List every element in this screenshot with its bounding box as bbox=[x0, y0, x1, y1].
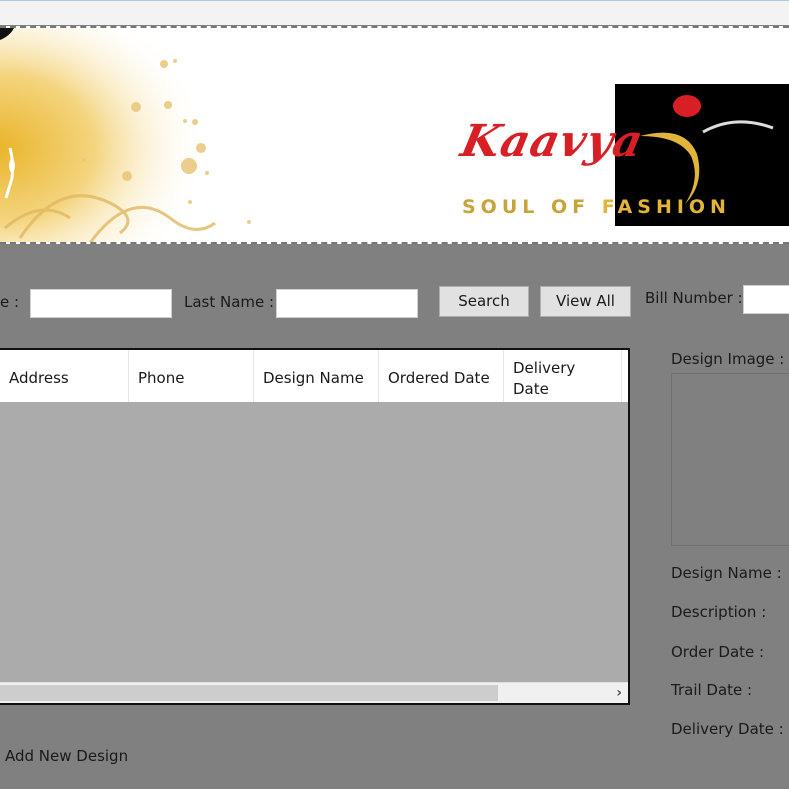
column-header-delivery-date[interactable]: Delivery Date bbox=[504, 350, 622, 402]
brand-logo-text: Kaavya bbox=[456, 116, 649, 167]
column-header-address[interactable]: Address bbox=[0, 350, 129, 402]
scroll-right-arrow-icon[interactable]: › bbox=[616, 683, 622, 703]
decorative-swirl-graphic bbox=[0, 28, 280, 242]
last-name-input[interactable] bbox=[276, 289, 418, 318]
column-header-ordered-date[interactable]: Ordered Date bbox=[379, 350, 504, 402]
brand-tagline: SOUL OF FASHION bbox=[462, 196, 731, 218]
delivery-date-label: Delivery Date : bbox=[671, 720, 784, 738]
scrollbar-thumb[interactable] bbox=[0, 685, 498, 701]
last-name-label: Last Name : bbox=[184, 293, 275, 311]
column-header-phone[interactable]: Phone bbox=[129, 350, 254, 402]
header-banner: Kaavya SOUL OF FASHION bbox=[0, 26, 789, 244]
grid-header-row: Address Phone Design Name Ordered Date D… bbox=[0, 350, 628, 402]
view-all-button[interactable]: View All bbox=[540, 286, 631, 317]
tagline-part-1: SOUL OF bbox=[462, 196, 591, 218]
bill-number-label: Bill Number : bbox=[645, 289, 743, 307]
design-image-label: Design Image : bbox=[671, 350, 785, 368]
column-header-design-name[interactable]: Design Name bbox=[254, 350, 379, 402]
design-image-box bbox=[671, 373, 789, 546]
orders-data-grid[interactable]: Address Phone Design Name Ordered Date D… bbox=[0, 348, 630, 705]
design-name-label: Design Name : bbox=[671, 564, 782, 582]
first-name-input[interactable] bbox=[30, 289, 172, 318]
order-date-label: Order Date : bbox=[671, 643, 765, 661]
description-label: Description : bbox=[671, 603, 767, 621]
first-name-label: e : bbox=[0, 293, 20, 311]
add-new-design-link[interactable]: Add New Design bbox=[5, 747, 128, 765]
horizontal-scrollbar[interactable]: › bbox=[0, 682, 628, 703]
bill-number-input[interactable] bbox=[743, 285, 789, 314]
tagline-part-2: FASHION bbox=[601, 196, 731, 218]
search-button[interactable]: Search bbox=[439, 286, 529, 317]
trail-date-label: Trail Date : bbox=[671, 681, 753, 699]
window-title-bar bbox=[0, 0, 789, 25]
